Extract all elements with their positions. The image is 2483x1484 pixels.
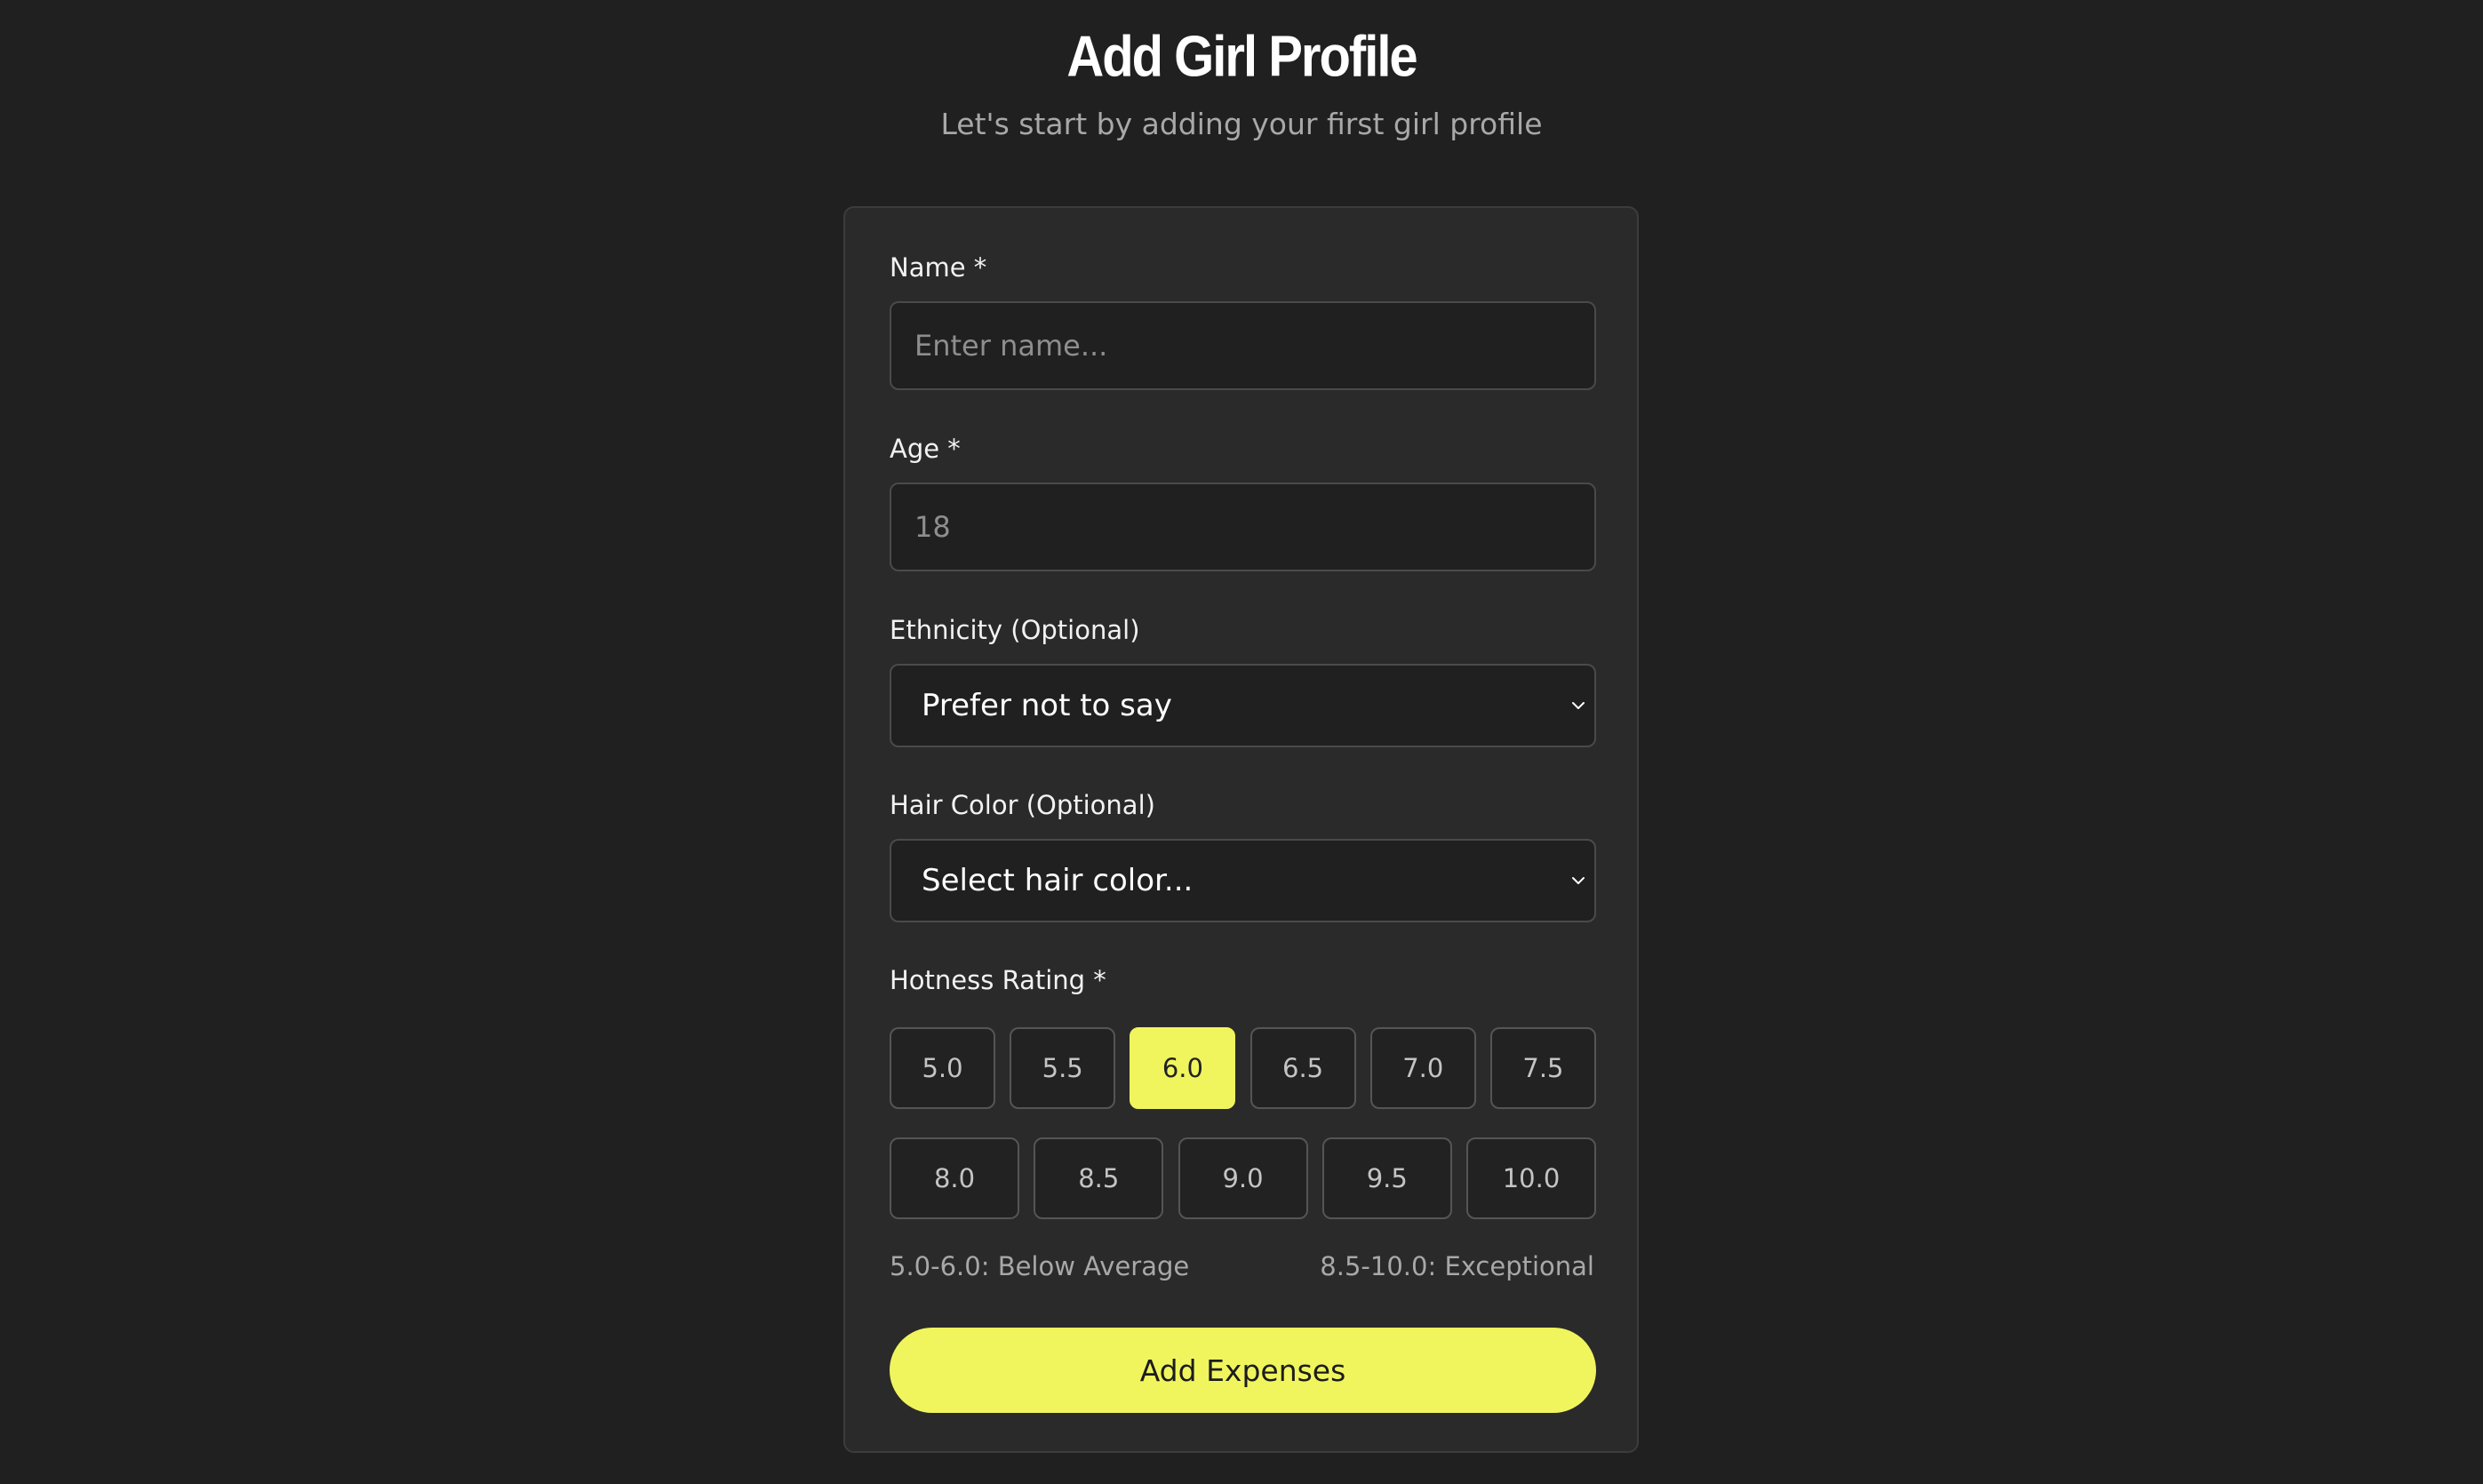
rating-legend-low: 5.0-6.0: Below Average (890, 1251, 1190, 1281)
rating-row-1: 5.0 5.5 6.0 6.5 7.0 7.5 (890, 1027, 1596, 1109)
page-subtitle: Let's start by adding your first girl pr… (940, 107, 1543, 141)
rating-option-selected[interactable]: 6.0 (1130, 1027, 1236, 1109)
chevron-down-icon (1572, 702, 1585, 709)
name-placeholder: Enter name... (914, 329, 1108, 363)
ethnicity-select[interactable]: Prefer not to say (890, 664, 1596, 747)
name-input[interactable]: Enter name... (890, 301, 1596, 390)
name-label: Name * (890, 252, 987, 283)
rating-option[interactable]: 5.0 (890, 1027, 995, 1109)
chevron-down-icon (1572, 877, 1585, 884)
rating-option[interactable]: 5.5 (1010, 1027, 1116, 1109)
page: Add Girl Profile Let's start by adding y… (0, 0, 2483, 1484)
age-input[interactable]: 18 (890, 483, 1596, 571)
hair-color-select[interactable]: Select hair color... (890, 839, 1596, 922)
add-expenses-button[interactable]: Add Expenses (890, 1328, 1596, 1413)
ethnicity-label: Ethnicity (Optional) (890, 615, 1140, 645)
rating-option[interactable]: 8.0 (890, 1137, 1019, 1219)
hotness-rating-label: Hotness Rating * (890, 965, 1106, 995)
rating-option[interactable]: 10.0 (1466, 1137, 1596, 1219)
rating-legend-high: 8.5-10.0: Exceptional (1320, 1251, 1594, 1281)
profile-form-card: Name * Enter name... Age * 18 Ethnicity … (843, 206, 1639, 1453)
rating-option[interactable]: 7.5 (1489, 1027, 1596, 1109)
hair-color-label: Hair Color (Optional) (890, 790, 1155, 820)
rating-row-2: 8.0 8.5 9.0 9.5 10.0 (890, 1137, 1596, 1219)
age-placeholder: 18 (914, 510, 951, 544)
hair-color-value: Select hair color... (922, 863, 1194, 898)
rating-option[interactable]: 7.0 (1369, 1027, 1476, 1109)
ethnicity-value: Prefer not to say (922, 688, 1172, 723)
rating-option[interactable]: 9.0 (1178, 1137, 1308, 1219)
rating-option[interactable]: 6.5 (1249, 1027, 1356, 1109)
rating-option[interactable]: 9.5 (1321, 1137, 1452, 1219)
age-label: Age * (890, 434, 961, 464)
rating-option[interactable]: 8.5 (1034, 1137, 1164, 1219)
page-title: Add Girl Profile (1066, 24, 1417, 89)
